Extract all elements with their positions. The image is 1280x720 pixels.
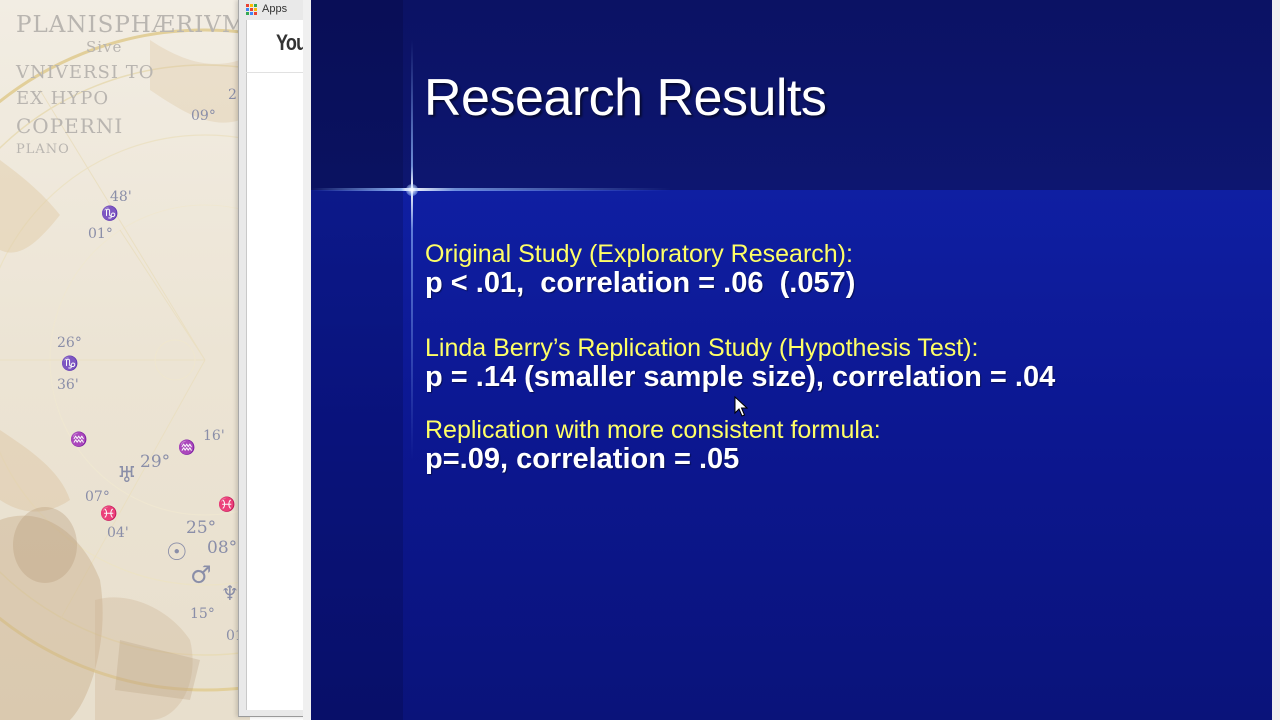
apps-dot (250, 3, 253, 7)
degree-mark: 01° (88, 226, 113, 242)
slideshow-window[interactable]: Research Results Original Study (Explora… (303, 0, 1280, 720)
sun-symbol-icon: ☉ (166, 538, 188, 566)
desktop-screen: PLANISPHÆRIVM Sive VNIVERSI TO EX HYPO C… (0, 0, 1280, 720)
apps-dot (254, 11, 257, 15)
wallpaper-title-line-6: PLANO (16, 142, 70, 157)
apps-dot (254, 7, 257, 11)
degree-mark: 08° (207, 538, 238, 558)
apps-grid-icon[interactable] (246, 3, 257, 15)
result-label: Linda Berry’s Replication Study (Hypothe… (425, 334, 979, 362)
degree-mark: 07° (85, 489, 110, 505)
result-value: p=.09, correlation = .05 (425, 443, 740, 475)
wallpaper-title-line-2: Sive (86, 38, 123, 56)
result-block-consistent-formula: Replication with more consistent formula… (425, 417, 881, 475)
degree-mark: 2 (228, 87, 237, 103)
degree-mark: 09° (191, 108, 216, 124)
result-label: Original Study (Exploratory Research): (425, 240, 853, 268)
degree-mark: 36' (57, 377, 79, 393)
aquarius-symbol-icon: ♒ (70, 432, 88, 448)
capricorn-symbol-icon: ♑ (101, 206, 119, 222)
desktop-wallpaper: PLANISPHÆRIVM Sive VNIVERSI TO EX HYPO C… (0, 0, 250, 720)
light-flare-horizontal (311, 188, 671, 191)
pisces-symbol-icon: ♓ (100, 506, 118, 522)
wallpaper-title-line-5: COPERNI (16, 114, 124, 138)
neptune-symbol-icon: ♆ (221, 581, 239, 605)
wallpaper-title-line-3: VNIVERSI TO (16, 62, 155, 83)
apps-dot (246, 7, 249, 11)
slide-left-strip (311, 0, 403, 720)
wallpaper-title-line-4: EX HYPO (16, 88, 110, 109)
apps-dot (254, 3, 257, 7)
presentation-slide[interactable]: Research Results Original Study (Explora… (311, 0, 1272, 720)
degree-mark: 26° (57, 335, 82, 351)
degree-mark: 48' (110, 189, 132, 205)
degree-mark: 04' (107, 525, 129, 541)
mars-symbol-icon: ♂ (190, 561, 212, 589)
pisces-symbol-icon: ♓ (218, 497, 236, 513)
window-right-edge (1272, 0, 1280, 720)
result-value: p < .01, correlation = .06 (.057) (425, 267, 856, 299)
apps-dot (250, 11, 253, 15)
light-flare-vertical (411, 40, 413, 460)
apps-dot (246, 11, 249, 15)
arrow-pointer-icon (734, 396, 748, 417)
degree-mark: 15° (190, 606, 215, 622)
light-flare-core (406, 184, 418, 196)
result-value: p = .14 (smaller sample size), correlati… (425, 361, 1056, 393)
capricorn-symbol-icon: ♑ (61, 356, 79, 372)
result-block-original: Original Study (Exploratory Research): p… (425, 241, 855, 299)
apps-dot (250, 7, 253, 11)
uranus-symbol-icon: ♅ (117, 463, 137, 488)
degree-mark: 16' (203, 428, 225, 444)
apps-bookmark-link[interactable]: Apps (262, 3, 287, 15)
slide-title: Research Results (424, 69, 827, 127)
wallpaper-title-line-1: PLANISPHÆRIVM (16, 12, 247, 38)
result-block-replication: Linda Berry’s Replication Study (Hypothe… (425, 335, 1055, 393)
degree-mark: 29° (140, 452, 171, 472)
aquarius-symbol-icon: ♒ (178, 440, 196, 456)
apps-dot (246, 3, 249, 7)
degree-mark: 25° (186, 518, 217, 538)
youtube-logo[interactable]: You (276, 30, 307, 56)
result-label: Replication with more consistent formula… (425, 416, 881, 444)
